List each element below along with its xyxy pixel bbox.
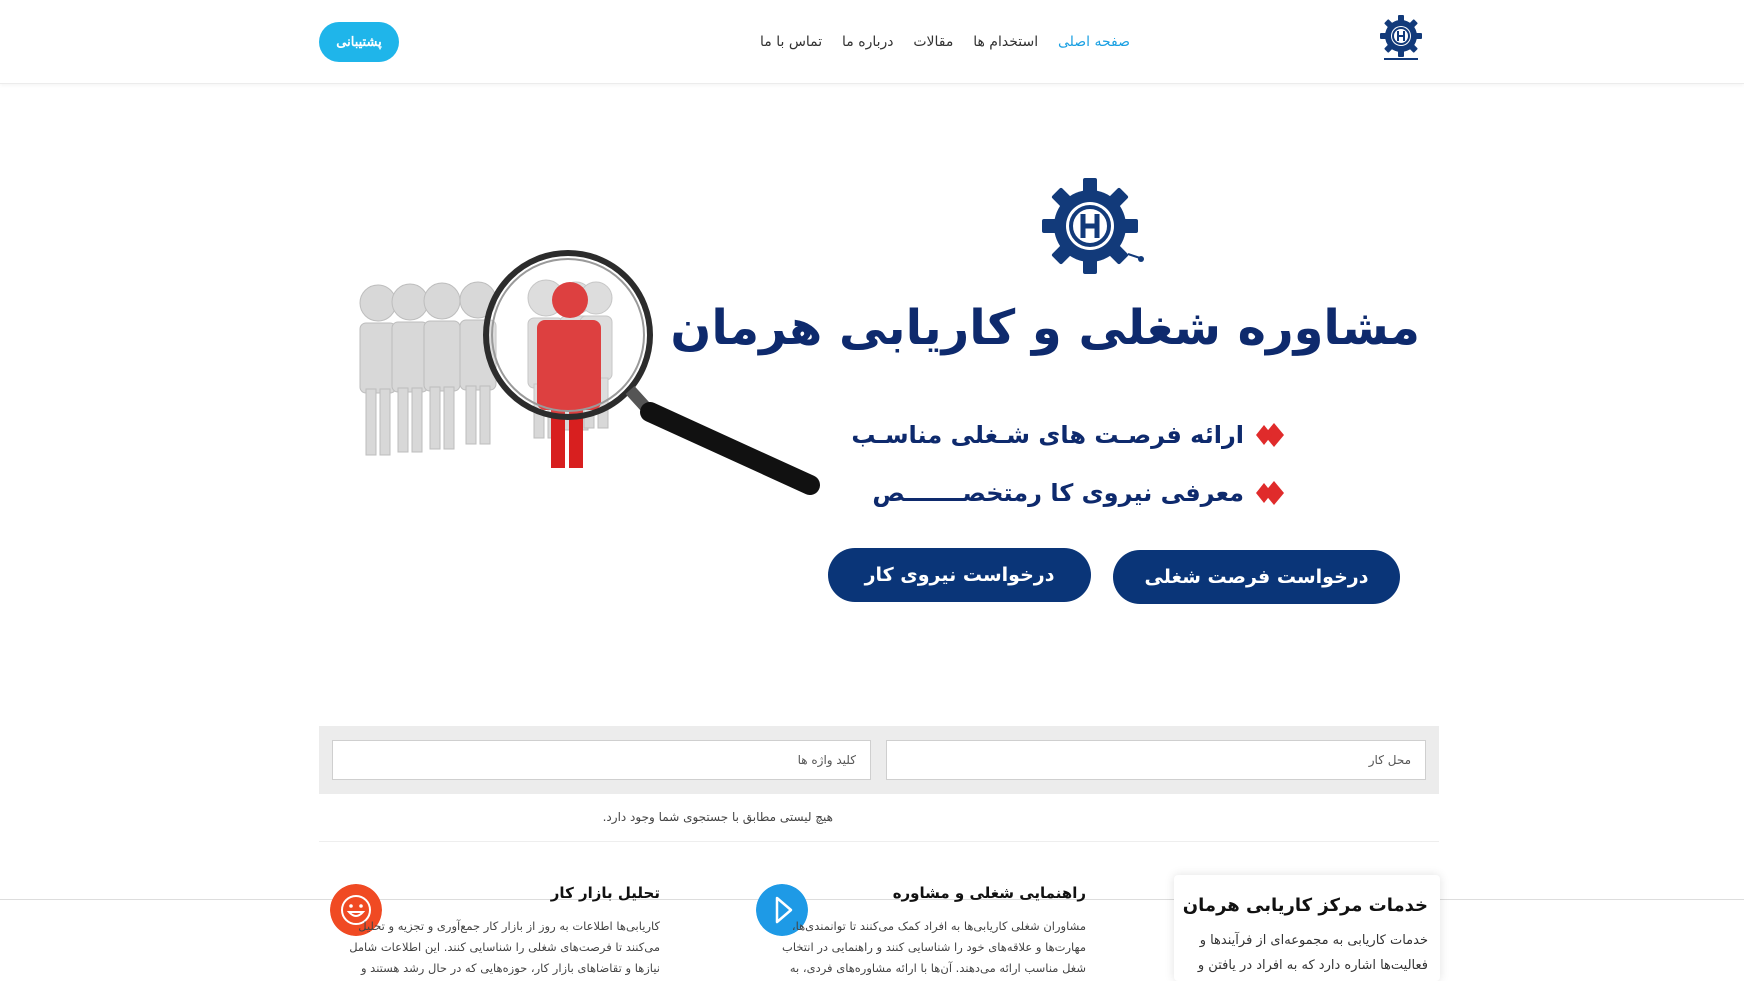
diamond-bullet-icon: [1256, 423, 1284, 447]
nav-contact[interactable]: تماس با ما: [760, 34, 822, 50]
feature-text: کاریابی‌ها اطلاعات به روز از بازار کار ج…: [349, 919, 660, 975]
feature-title: راهنمایی شغلی و مشاوره: [892, 884, 1086, 902]
hero-bullet-labor: معرفی نیروی کا رمتخصـــــــص: [872, 473, 1290, 513]
request-labor-button[interactable]: درخواست نیروی کار: [828, 548, 1091, 602]
services-text: خدمات کاریابی به مجموعه‌ای از فرآیندها و…: [1197, 933, 1428, 973]
hero-bullet-jobs: ارائه فرصـت های شـغلی مناسـب: [851, 415, 1290, 455]
magnifier-people-illustration: [359, 250, 820, 495]
no-results-message: هیچ لیستی مطابق با جستجوی شما وجود دارد.: [602, 810, 833, 824]
main-nav: تماس با ما درباره ما مقالات استخدام ها ص…: [760, 28, 1130, 56]
feature-text: مشاوران شغلی کاریابی‌ها به افراد کمک می‌…: [782, 919, 1086, 975]
nav-about[interactable]: درباره ما: [842, 34, 893, 50]
feature-title: تحلیل بازار کار: [550, 884, 660, 902]
request-job-button[interactable]: درخواست فرصت شغلی: [1113, 550, 1400, 604]
hero-title: مشاوره شغلی و کاریابی هرمان: [670, 300, 1420, 356]
magnifier: [483, 250, 820, 495]
keywords-input[interactable]: [332, 740, 871, 780]
diamond-bullet-icon: [1256, 481, 1284, 505]
feature-market-analysis: تحلیل بازار کار کاریابی‌ها اطلاعات به رو…: [330, 884, 730, 981]
divider: [319, 841, 1439, 842]
services-card: خدمات مرکز کاریابی هرمان خدمات کاریابی ب…: [1174, 875, 1440, 981]
feature-career-guidance: راهنمایی شغلی و مشاوره مشاوران شغلی کاری…: [756, 884, 1156, 981]
support-button[interactable]: پشتیبانی: [319, 22, 399, 62]
nav-home[interactable]: صفحه اصلی: [1058, 34, 1130, 50]
services-title: خدمات مرکز کاریابی هرمان: [1182, 895, 1428, 916]
site-header: تماس با ما درباره ما مقالات استخدام ها ص…: [0, 0, 1744, 84]
hero-bullet-labor-text: معرفی نیروی کا رمتخصـــــــص: [872, 479, 1244, 507]
nav-jobs[interactable]: استخدام ها: [973, 34, 1038, 50]
hero-logo-icon: [1042, 178, 1144, 274]
hero-bullet-jobs-text: ارائه فرصـت های شـغلی مناسـب: [851, 421, 1244, 449]
logo-icon[interactable]: [1378, 14, 1424, 66]
nav-articles[interactable]: مقالات: [913, 34, 953, 50]
search-panel: [319, 726, 1439, 794]
location-input[interactable]: [886, 740, 1426, 780]
